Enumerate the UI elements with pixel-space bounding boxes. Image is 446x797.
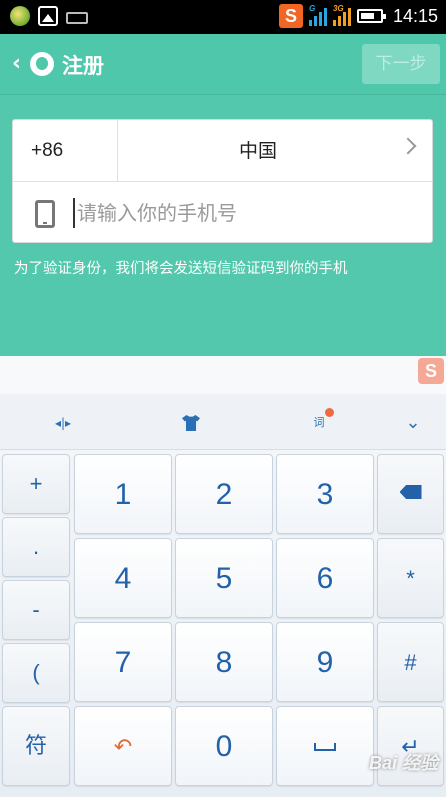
- status-time: 14:15: [392, 5, 438, 26]
- backspace-icon: [399, 485, 422, 499]
- watermark: Bai 经验: [368, 753, 438, 773]
- image-notification-icon: [38, 6, 58, 26]
- sogou-icon: S: [278, 4, 303, 28]
- signal-3g-icon: 3G: [332, 4, 351, 26]
- key-6[interactable]: 6: [276, 538, 374, 618]
- phone-form-card: +86 中国: [12, 119, 433, 243]
- key-0[interactable]: 0: [175, 706, 273, 786]
- keyboard-toolbar: ◂|▸ 词 ⌄: [0, 394, 446, 450]
- cursor-move-icon[interactable]: ◂|▸: [50, 410, 76, 436]
- key-minus[interactable]: -: [2, 580, 70, 640]
- key-dot[interactable]: .: [2, 517, 70, 577]
- page-title: 注册: [62, 54, 104, 78]
- key-8[interactable]: 8: [175, 622, 273, 702]
- undo-icon: ↶: [113, 734, 133, 759]
- space-icon: [314, 743, 336, 751]
- key-3[interactable]: 3: [276, 454, 374, 534]
- key-7[interactable]: 7: [74, 622, 172, 702]
- text-cursor: [73, 198, 75, 228]
- key-hash[interactable]: #: [377, 622, 444, 702]
- phone-input[interactable]: [77, 194, 407, 232]
- key-9[interactable]: 9: [276, 622, 374, 702]
- main-content: +86 中国 为了验证身份，我们将会发送短信验证码到你的手机: [0, 94, 446, 356]
- country-name[interactable]: 中国: [118, 120, 398, 182]
- app-logo-icon: [30, 52, 54, 76]
- key-plus[interactable]: +: [2, 454, 70, 514]
- phone-icon: [35, 200, 55, 228]
- key-paren[interactable]: (: [2, 643, 70, 703]
- next-step-button[interactable]: 下一步: [362, 44, 440, 84]
- status-bar: S G 3G 14:15: [0, 0, 446, 34]
- key-undo[interactable]: ↶: [74, 706, 172, 786]
- phone-row[interactable]: [13, 182, 432, 244]
- key-star[interactable]: *: [377, 538, 444, 618]
- key-4[interactable]: 4: [74, 538, 172, 618]
- key-space[interactable]: [276, 706, 374, 786]
- sogou-logo-icon: S: [418, 358, 444, 384]
- key-5[interactable]: 5: [175, 538, 273, 618]
- app-notification-icon: [10, 6, 30, 26]
- keyboard-notification-icon: [66, 12, 88, 24]
- country-code[interactable]: +86: [13, 120, 118, 182]
- keyboard-top-bar: S: [0, 356, 446, 394]
- skin-icon[interactable]: [178, 410, 204, 436]
- verification-hint: 为了验证身份，我们将会发送短信验证码到你的手机: [14, 261, 348, 277]
- dictionary-icon[interactable]: 词: [306, 408, 334, 436]
- chevron-right-icon: [399, 137, 417, 155]
- key-symbols[interactable]: 符: [2, 706, 70, 786]
- key-1[interactable]: 1: [74, 454, 172, 534]
- collapse-keyboard-icon[interactable]: ⌄: [400, 410, 426, 436]
- signal-icon: G: [308, 4, 327, 26]
- country-row[interactable]: +86 中国: [13, 120, 432, 182]
- app-header: ‹ 注册 下一步: [0, 34, 446, 94]
- battery-icon: [356, 9, 386, 23]
- key-backspace[interactable]: [377, 454, 444, 534]
- chevron-left-icon[interactable]: ‹: [12, 52, 21, 76]
- numeric-keyboard: S ◂|▸ 词 ⌄ + . - ( 符 1 2 3 4 5 6 7 8 9 ↶ …: [0, 356, 446, 797]
- key-2[interactable]: 2: [175, 454, 273, 534]
